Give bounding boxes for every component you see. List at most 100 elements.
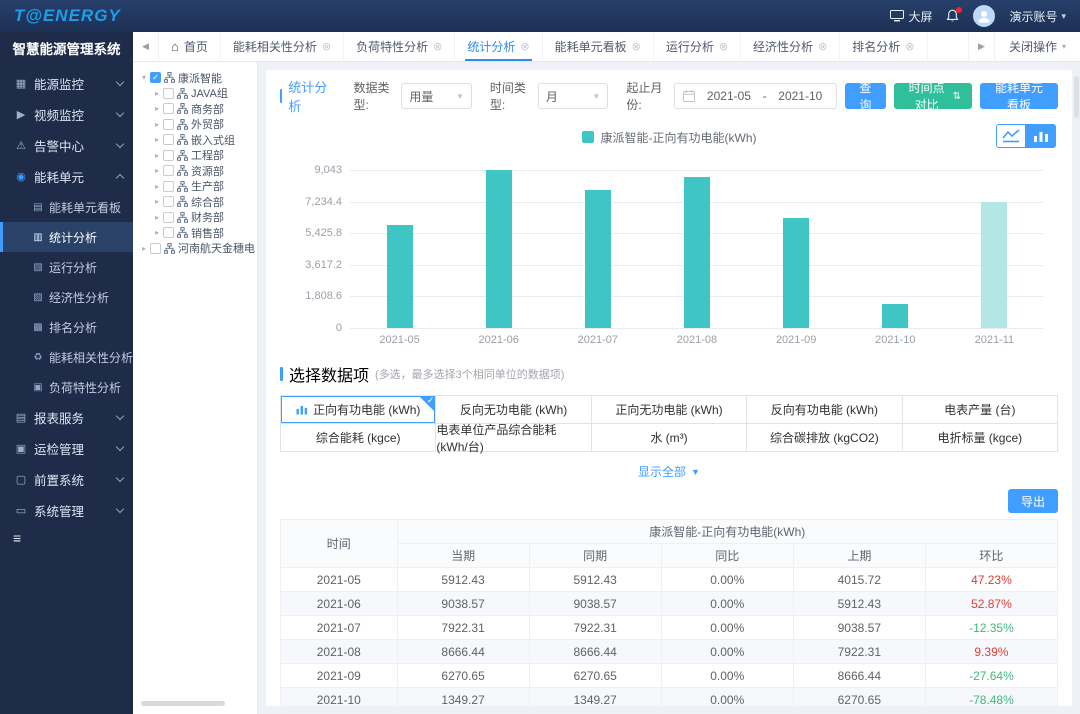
close-icon[interactable]: ⊗ xyxy=(632,40,641,53)
sidebar-subitem-0[interactable]: ▤能耗单元看板 xyxy=(0,192,133,222)
tree-child-node-2[interactable]: ▸外贸部 xyxy=(139,117,255,133)
tree-checkbox[interactable] xyxy=(163,88,174,99)
user-menu[interactable]: 演示账号 ▾ xyxy=(1009,8,1066,25)
cell-yoy: 0.00% xyxy=(661,616,793,640)
tree-child-node-5[interactable]: ▸资源部 xyxy=(139,163,255,179)
caret-collapsed-icon[interactable]: ▸ xyxy=(152,197,162,206)
sidebar-item-5[interactable]: ▣运检管理 xyxy=(0,433,133,464)
caret-collapsed-icon[interactable]: ▸ xyxy=(152,104,162,113)
notifications-button[interactable] xyxy=(946,9,959,23)
close-icon[interactable]: ⊗ xyxy=(322,40,331,53)
data-item-6[interactable]: 电表单位产品综合能耗 (kWh/台) xyxy=(436,424,591,452)
close-icon[interactable]: ⊗ xyxy=(433,40,442,53)
data-item-9[interactable]: 电折标量 (kgce) xyxy=(903,424,1058,452)
energy-unit-board-button[interactable]: 能耗单元看板 xyxy=(980,83,1058,109)
sidebar-subitem-1[interactable]: ▥统计分析 xyxy=(0,222,133,252)
tree-child-node-1[interactable]: ▸商务部 xyxy=(139,101,255,117)
export-button[interactable]: 导出 xyxy=(1008,489,1058,513)
query-button[interactable]: 查询 xyxy=(845,83,886,109)
tree-checkbox[interactable] xyxy=(163,150,174,161)
close-icon[interactable]: ⊗ xyxy=(520,40,529,53)
tree-child-node-4[interactable]: ▸工程部 xyxy=(139,148,255,164)
caret-collapsed-icon[interactable]: ▸ xyxy=(152,89,162,98)
tab-0[interactable]: ⌂首页 xyxy=(159,32,221,61)
tab-3[interactable]: 统计分析⊗ xyxy=(455,32,542,61)
tab-7[interactable]: 排名分析⊗ xyxy=(840,32,927,61)
tree-checkbox[interactable] xyxy=(163,165,174,176)
tab-6[interactable]: 经济性分析⊗ xyxy=(741,32,840,61)
range-start-value[interactable]: 2021-05 xyxy=(701,89,756,103)
time-type-select[interactable]: 月 ▼ xyxy=(538,83,608,109)
sidebar-subitem-3[interactable]: ▨经济性分析 xyxy=(0,282,133,312)
bar-chart-toggle[interactable] xyxy=(1026,124,1056,148)
range-end-value[interactable]: 2021-10 xyxy=(773,89,828,103)
tab-1[interactable]: 能耗相关性分析⊗ xyxy=(221,32,344,61)
tree-root-node[interactable]: ▾康派智能 xyxy=(139,70,255,86)
vertical-scrollbar[interactable] xyxy=(1074,76,1079,118)
tree-child-node-9[interactable]: ▸销售部 xyxy=(139,225,255,241)
caret-collapsed-icon[interactable]: ▸ xyxy=(152,135,162,144)
tab-4[interactable]: 能耗单元看板⊗ xyxy=(543,32,654,61)
tree-checkbox[interactable] xyxy=(163,212,174,223)
close-icon[interactable]: ⊗ xyxy=(818,40,827,53)
sidebar-item-0[interactable]: ▦能源监控 xyxy=(0,68,133,99)
tree-sibling-node[interactable]: ▸河南航天金穗电子有 xyxy=(139,241,255,257)
data-item-8[interactable]: 综合碳排放 (kgCO2) xyxy=(747,424,902,452)
tree-child-node-6[interactable]: ▸生产部 xyxy=(139,179,255,195)
data-item-0[interactable]: 正向有功电能 (kWh)✓ xyxy=(281,396,436,424)
big-screen-button[interactable]: 大屏 xyxy=(890,8,932,25)
cell-mom: 52.87% xyxy=(925,592,1057,616)
sidebar-subitem-5[interactable]: ♻能耗相关性分析 xyxy=(0,342,133,372)
caret-collapsed-icon[interactable]: ▸ xyxy=(152,213,162,222)
caret-collapsed-icon[interactable]: ▸ xyxy=(152,120,162,129)
tree-horizontal-scrollbar[interactable] xyxy=(141,701,225,706)
avatar[interactable] xyxy=(973,5,995,27)
tab-5[interactable]: 运行分析⊗ xyxy=(654,32,741,61)
tree-checkbox[interactable] xyxy=(163,181,174,192)
tree-child-node-3[interactable]: ▸嵌入式组 xyxy=(139,132,255,148)
sidebar-item-4[interactable]: ▤报表服务 xyxy=(0,402,133,433)
tab-2[interactable]: 负荷特性分析⊗ xyxy=(344,32,455,61)
close-icon[interactable]: ⊗ xyxy=(719,40,728,53)
month-range-picker[interactable]: 2021-05 - 2021-10 xyxy=(674,83,837,109)
show-all-link[interactable]: 显示全部 ▼ xyxy=(638,463,700,480)
tabs-scroll-left-button[interactable]: ◀ xyxy=(133,32,159,61)
caret-collapsed-icon[interactable]: ▸ xyxy=(152,182,162,191)
data-type-select[interactable]: 用量 ▼ xyxy=(401,83,471,109)
caret-collapsed-icon[interactable]: ▸ xyxy=(152,151,162,160)
collapse-menu-button[interactable]: ≡ xyxy=(0,526,133,546)
caret-collapsed-icon[interactable]: ▸ xyxy=(152,166,162,175)
close-operations-dropdown[interactable]: 关闭操作 ▾ xyxy=(994,32,1080,61)
tabs-scroll-right-button[interactable]: ▶ xyxy=(968,32,994,61)
caret-expanded-icon[interactable]: ▾ xyxy=(139,73,149,82)
close-icon[interactable]: ⊗ xyxy=(905,40,914,53)
sidebar-subitem-6[interactable]: ▣负荷特性分析 xyxy=(0,372,133,402)
tree-child-node-8[interactable]: ▸财务部 xyxy=(139,210,255,226)
tree-child-node-7[interactable]: ▸综合部 xyxy=(139,194,255,210)
data-item-4[interactable]: 电表产量 (台) xyxy=(903,396,1058,424)
line-chart-toggle[interactable] xyxy=(996,124,1026,148)
tree-checkbox[interactable] xyxy=(163,103,174,114)
tree-checkbox[interactable] xyxy=(163,119,174,130)
tree-checkbox[interactable] xyxy=(163,134,174,145)
tree-checkbox[interactable] xyxy=(150,72,161,83)
sidebar-subitem-2[interactable]: ▧运行分析 xyxy=(0,252,133,282)
sidebar-item-1[interactable]: ▶视频监控 xyxy=(0,99,133,130)
sidebar-subitem-4[interactable]: ▩排名分析 xyxy=(0,312,133,342)
tree-child-node-0[interactable]: ▸JAVA组 xyxy=(139,86,255,102)
tree-checkbox[interactable] xyxy=(150,243,161,254)
tree-checkbox[interactable] xyxy=(163,196,174,207)
sidebar-item-2[interactable]: ⚠告警中心 xyxy=(0,130,133,161)
sidebar-item-3[interactable]: ◉能耗单元 xyxy=(0,161,133,192)
sidebar-item-7[interactable]: ▭系统管理 xyxy=(0,495,133,526)
data-item-7[interactable]: 水 (m³) xyxy=(592,424,747,452)
tree-checkbox[interactable] xyxy=(163,227,174,238)
time-point-compare-button[interactable]: 时间点对比 ⇅ xyxy=(894,83,972,109)
sidebar-item-6[interactable]: ▢前置系统 xyxy=(0,464,133,495)
bar-chart-icon xyxy=(1033,129,1049,143)
data-item-5[interactable]: 综合能耗 (kgce) xyxy=(281,424,436,452)
caret-collapsed-icon[interactable]: ▸ xyxy=(139,244,149,253)
data-item-2[interactable]: 正向无功电能 (kWh) xyxy=(592,396,747,424)
data-item-3[interactable]: 反向有功电能 (kWh) xyxy=(747,396,902,424)
caret-collapsed-icon[interactable]: ▸ xyxy=(152,228,162,237)
